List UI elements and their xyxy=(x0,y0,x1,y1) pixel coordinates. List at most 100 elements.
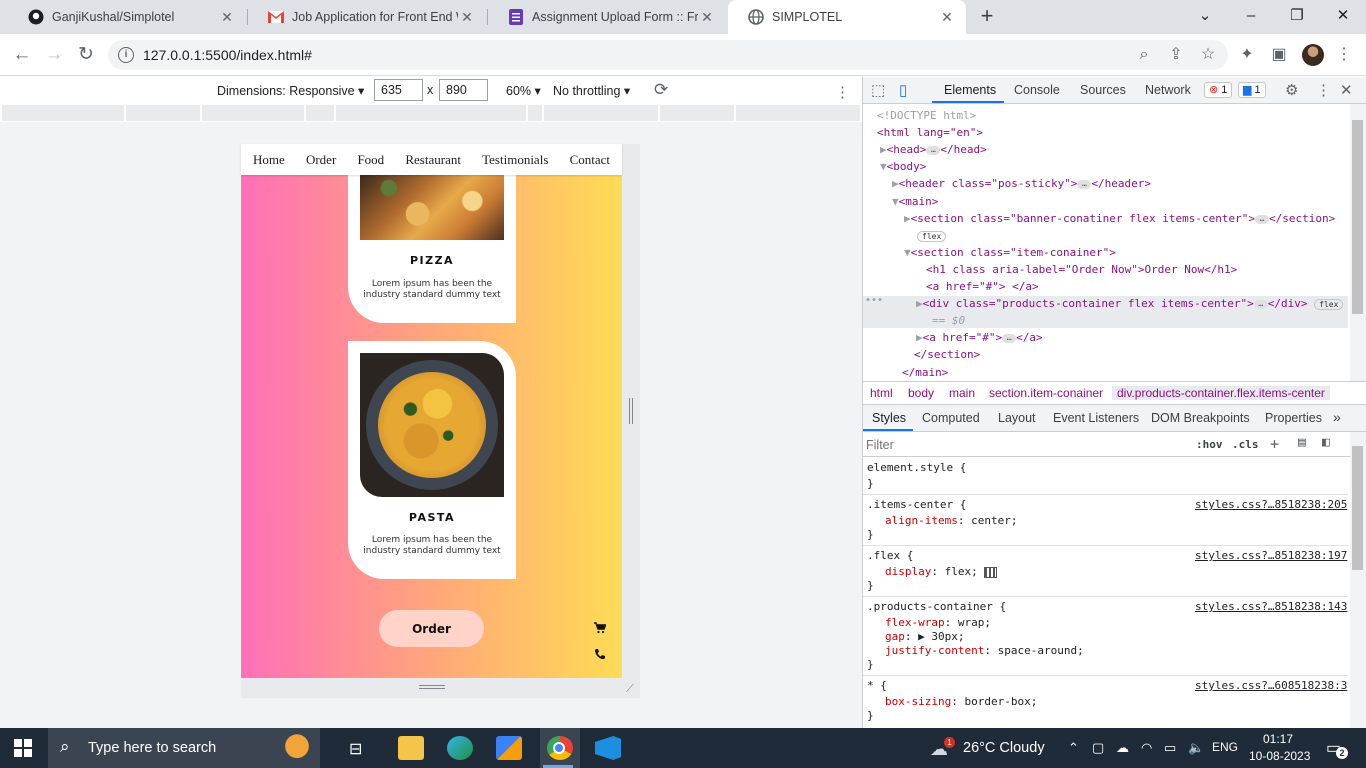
zoom-select[interactable]: 60% ▾ xyxy=(506,83,541,98)
flex-badge[interactable]: flex xyxy=(1314,298,1344,310)
crumb-body[interactable]: body xyxy=(908,386,934,400)
restore-button[interactable]: ❐ xyxy=(1274,0,1320,30)
meet-now-icon[interactable]: ▢ xyxy=(1092,740,1104,756)
rule-decl[interactable]: flex-wrap: wrap; xyxy=(885,616,991,629)
media-query-segment[interactable] xyxy=(202,105,304,121)
zoom-icon[interactable]: ⌕ xyxy=(1134,45,1154,65)
head-node[interactable]: ▶<head>… </head> xyxy=(880,143,987,156)
extensions-icon[interactable]: ✦ xyxy=(1237,45,1257,65)
media-query-segment[interactable] xyxy=(126,105,200,121)
sidebar-toggle-icon[interactable]: ◧ xyxy=(1322,435,1330,450)
clock-date[interactable]: 10-08-2023 xyxy=(1249,749,1310,763)
dimensions-select[interactable]: Dimensions: Responsive ▾ xyxy=(217,83,364,98)
tab-gmail[interactable]: Job Application for Front End We ✕ xyxy=(248,0,486,34)
reload-icon[interactable]: ↻ xyxy=(75,44,97,66)
tab-event-listeners[interactable]: Event Listeners xyxy=(1053,411,1139,425)
rule-decl[interactable]: box-sizing: border-box; xyxy=(885,695,1037,708)
rule-selector[interactable]: .products-container { xyxy=(867,600,1006,613)
device-toggle-icon[interactable]: ▯ xyxy=(899,81,907,99)
rule-source-link[interactable]: styles.css?…8518238:197 xyxy=(1195,549,1347,562)
cat-mascot-icon[interactable] xyxy=(276,730,318,766)
tab-elements[interactable]: Elements xyxy=(944,83,996,97)
crumb-html[interactable]: html xyxy=(870,386,893,400)
volume-icon[interactable]: 🔈 xyxy=(1188,740,1204,756)
resize-grip[interactable] xyxy=(629,398,633,424)
forward-icon[interactable]: → xyxy=(43,44,65,66)
rule-selector[interactable]: .flex { xyxy=(867,549,913,562)
edge-icon[interactable] xyxy=(447,736,473,760)
rule-decl[interactable]: justify-content: space-around; xyxy=(885,644,1084,657)
language-indicator[interactable]: ENG xyxy=(1212,740,1238,754)
resize-grip[interactable] xyxy=(419,685,445,689)
rule-decl[interactable]: display: flex; xyxy=(885,565,998,578)
crumb-section[interactable]: section.item-conainer xyxy=(989,386,1103,400)
error-badge[interactable]: ⊗ 1 xyxy=(1204,82,1233,98)
hov-toggle[interactable]: :hov xyxy=(1196,438,1223,451)
tab-computed[interactable]: Computed xyxy=(922,411,980,425)
menu-icon[interactable]: ⋮ xyxy=(1334,45,1354,65)
tab-github[interactable]: GanjiKushal/Simplotel ✕ xyxy=(8,0,246,34)
section-banner-node[interactable]: ▶<section class="banner-conatiner flex i… xyxy=(904,212,1335,225)
file-explorer-icon[interactable] xyxy=(398,736,424,760)
inspect-icon[interactable]: ⬚ xyxy=(871,81,885,99)
div-products-node[interactable]: ▶<div class="products-container flex ite… xyxy=(916,297,1344,310)
crumb-main[interactable]: main xyxy=(949,386,975,400)
more-options-icon[interactable]: ⋮ xyxy=(835,83,850,101)
weather-text[interactable]: 26°C Cloudy xyxy=(963,740,1045,756)
wifi-icon[interactable]: ◠ xyxy=(1141,740,1152,756)
close-icon[interactable]: ✕ xyxy=(938,9,956,26)
tab-console[interactable]: Console xyxy=(1014,83,1060,97)
rule-selector[interactable]: * { xyxy=(867,679,887,692)
corner-resize-icon[interactable]: ⟋ xyxy=(626,683,634,696)
media-query-segment[interactable] xyxy=(736,105,860,121)
media-query-segment[interactable] xyxy=(306,105,334,121)
gear-icon[interactable]: ⚙ xyxy=(1285,81,1298,99)
doctype-node[interactable]: <!DOCTYPE html> xyxy=(877,109,976,122)
rule-source-link[interactable]: styles.css?…608518238:3 xyxy=(1195,679,1347,692)
section-close-node[interactable]: </section> xyxy=(914,348,980,361)
close-icon[interactable]: ✕ xyxy=(698,9,716,26)
media-query-segment[interactable] xyxy=(528,105,542,121)
tab-assignment[interactable]: Assignment Upload Form :: Front ✕ xyxy=(488,0,726,34)
cls-toggle[interactable]: .cls xyxy=(1232,438,1259,451)
nav-order[interactable]: Order xyxy=(306,152,336,168)
sidepanel-icon[interactable]: ▣ xyxy=(1269,45,1289,65)
rule-source-link[interactable]: styles.css?…8518238:205 xyxy=(1195,498,1347,511)
rule-decl[interactable]: gap: ▶ 30px; xyxy=(885,630,964,643)
rule-selector[interactable]: .items-center { xyxy=(867,498,966,511)
cart-icon[interactable] xyxy=(594,622,608,636)
chevron-up-icon[interactable]: ⌃ xyxy=(1068,740,1079,756)
html-node[interactable]: <html lang="en"> xyxy=(877,126,983,139)
media-query-segment[interactable] xyxy=(544,105,658,121)
height-input[interactable]: 890 xyxy=(439,79,488,101)
styles-scroll-thumb[interactable] xyxy=(1352,446,1363,570)
minimize-button[interactable]: – xyxy=(1228,0,1274,30)
message-badge[interactable]: ▆ 1 xyxy=(1238,82,1266,98)
filter-input[interactable] xyxy=(866,435,1184,454)
throttling-select[interactable]: No throttling ▾ xyxy=(553,83,630,98)
more-tabs-icon[interactable]: » xyxy=(1333,409,1341,425)
tab-layout[interactable]: Layout xyxy=(998,411,1036,425)
onedrive-icon[interactable]: ☁ xyxy=(1116,740,1129,756)
main-node[interactable]: ▼<main> xyxy=(892,195,938,208)
tab-network[interactable]: Network xyxy=(1145,83,1191,97)
a-node[interactable]: <a href="#"> </a> xyxy=(926,280,1039,293)
avatar[interactable] xyxy=(1302,44,1324,66)
tab-sources[interactable]: Sources xyxy=(1080,83,1126,97)
a-node-2[interactable]: ▶<a href="#">… </a> xyxy=(916,331,1043,344)
main-close-node[interactable]: </main> xyxy=(902,366,948,379)
new-tab-button[interactable]: + xyxy=(976,5,998,27)
url-text[interactable]: 127.0.0.1:5500/index.html# xyxy=(143,47,312,63)
info-icon[interactable]: i xyxy=(118,47,134,63)
windows-start-icon[interactable] xyxy=(14,739,32,757)
close-window-button[interactable]: ✕ xyxy=(1320,0,1366,30)
ellipsis-icon[interactable]: ••• xyxy=(865,295,883,306)
more-icon[interactable]: ⋮ xyxy=(1316,81,1331,99)
order-button[interactable]: Order xyxy=(379,610,484,647)
close-icon[interactable]: ✕ xyxy=(1340,81,1353,99)
nav-contact[interactable]: Contact xyxy=(570,152,610,168)
close-icon[interactable]: ✕ xyxy=(218,9,236,26)
tab-simplotel[interactable]: SIMPLOTEL ✕ xyxy=(728,0,966,34)
close-icon[interactable]: ✕ xyxy=(458,9,476,26)
media-query-segment[interactable] xyxy=(2,105,124,121)
